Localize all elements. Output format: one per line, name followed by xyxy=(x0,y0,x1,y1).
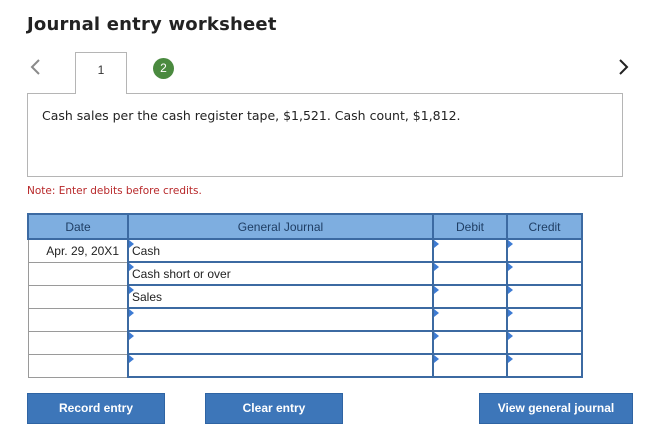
account-cell[interactable] xyxy=(127,330,434,355)
instruction-note: Note: Enter debits before credits. xyxy=(27,185,202,197)
tab-1[interactable]: 1 xyxy=(75,52,127,94)
account-name: Cash xyxy=(132,244,161,258)
credit-cell[interactable] xyxy=(506,261,583,286)
triangle-marker-icon xyxy=(434,355,439,363)
triangle-marker-icon xyxy=(508,240,513,248)
table-row: Sales xyxy=(27,284,583,309)
next-button[interactable] xyxy=(615,55,631,79)
date-cell xyxy=(27,307,129,332)
account-cell[interactable] xyxy=(127,353,434,378)
account-cell[interactable]: Cash short or over xyxy=(127,261,434,286)
triangle-marker-icon xyxy=(129,355,134,363)
debit-cell[interactable] xyxy=(432,238,508,263)
debit-cell[interactable] xyxy=(432,284,508,309)
account-name: Sales xyxy=(132,290,163,304)
credit-cell[interactable] xyxy=(506,284,583,309)
credit-cell[interactable] xyxy=(506,238,583,263)
date-cell xyxy=(27,261,129,286)
previous-button[interactable] xyxy=(28,55,44,79)
tab-1-label: 1 xyxy=(97,63,105,77)
page-title: Journal entry worksheet xyxy=(27,14,277,35)
journal-header-row: Date General Journal Debit Credit xyxy=(27,213,583,240)
date-cell xyxy=(27,353,129,378)
triangle-marker-icon xyxy=(129,332,134,340)
triangle-marker-icon xyxy=(508,355,513,363)
triangle-marker-icon xyxy=(434,263,439,271)
triangle-marker-icon xyxy=(508,332,513,340)
clear-entry-button[interactable]: Clear entry xyxy=(205,393,343,424)
debit-column-header: Debit xyxy=(432,213,508,240)
debit-cell[interactable] xyxy=(432,353,508,378)
transaction-description-box: Cash sales per the cash register tape, $… xyxy=(27,93,623,177)
chevron-left-icon xyxy=(30,59,40,75)
triangle-marker-icon xyxy=(434,286,439,294)
view-general-journal-button[interactable]: View general journal xyxy=(479,393,633,424)
date-cell xyxy=(27,330,129,355)
debit-cell[interactable] xyxy=(432,307,508,332)
chevron-right-icon xyxy=(619,59,629,75)
triangle-marker-icon xyxy=(508,263,513,271)
triangle-marker-icon xyxy=(508,309,513,317)
credit-cell[interactable] xyxy=(506,330,583,355)
triangle-marker-icon xyxy=(434,240,439,248)
journal-table: Date General Journal Debit Credit Apr. 2… xyxy=(27,213,583,378)
table-row: Apr. 29, 20X1 Cash xyxy=(27,238,583,263)
account-column-header: General Journal xyxy=(127,213,434,240)
table-row xyxy=(27,307,583,332)
account-cell[interactable] xyxy=(127,307,434,332)
tab-2[interactable]: 2 xyxy=(153,58,174,79)
triangle-marker-icon xyxy=(434,332,439,340)
table-row xyxy=(27,353,583,378)
record-entry-button[interactable]: Record entry xyxy=(27,393,165,424)
table-row xyxy=(27,330,583,355)
transaction-description: Cash sales per the cash register tape, $… xyxy=(42,108,461,123)
debit-cell[interactable] xyxy=(432,261,508,286)
date-cell xyxy=(27,284,129,309)
tab-2-label: 2 xyxy=(160,61,167,75)
triangle-marker-icon xyxy=(508,286,513,294)
account-cell[interactable]: Cash xyxy=(127,238,434,263)
account-cell[interactable]: Sales xyxy=(127,284,434,309)
credit-cell[interactable] xyxy=(506,307,583,332)
debit-cell[interactable] xyxy=(432,330,508,355)
table-row: Cash short or over xyxy=(27,261,583,286)
credit-cell[interactable] xyxy=(506,353,583,378)
triangle-marker-icon xyxy=(129,309,134,317)
triangle-marker-icon xyxy=(434,309,439,317)
date-column-header: Date xyxy=(27,213,129,240)
date-cell: Apr. 29, 20X1 xyxy=(27,238,129,263)
account-name: Cash short or over xyxy=(132,267,231,281)
credit-column-header: Credit xyxy=(506,213,583,240)
